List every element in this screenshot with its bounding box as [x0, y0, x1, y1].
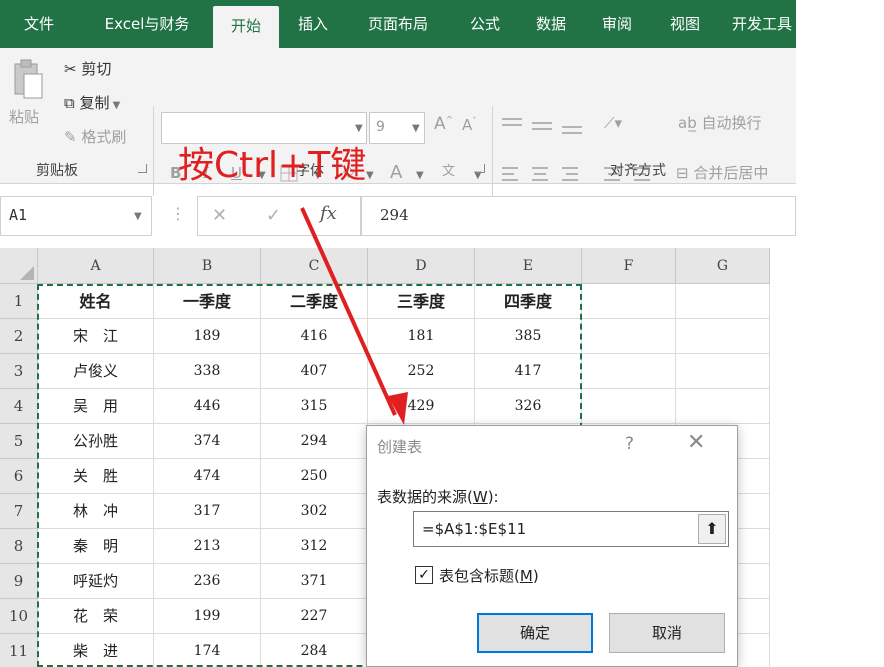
- dialog-title: 创建表: [377, 438, 423, 456]
- formula-bar: A1 ▼ ⋮ ✕ ✓ fx 294: [0, 196, 796, 236]
- chevron-down-icon[interactable]: ▼: [355, 123, 363, 134]
- source-range-value: =$A$1:$E$11: [422, 520, 527, 538]
- row-header-7[interactable]: 7: [0, 494, 38, 529]
- collapse-range-icon[interactable]: ⬆: [698, 514, 726, 544]
- insert-function-icon[interactable]: fx: [320, 203, 337, 224]
- cancel-button[interactable]: 取消: [609, 613, 725, 653]
- row-header-1[interactable]: 1: [0, 284, 38, 319]
- paste-icon[interactable]: [12, 58, 46, 102]
- tab-excel-finance[interactable]: Excel与财务: [92, 0, 202, 48]
- brush-icon: ✎: [64, 128, 82, 146]
- select-all-button[interactable]: [0, 248, 38, 284]
- has-headers-checkbox[interactable]: ✓: [415, 566, 433, 584]
- tab-developer[interactable]: 开发工具: [732, 0, 796, 48]
- cell-g4[interactable]: [676, 389, 770, 424]
- row-header-9[interactable]: 9: [0, 564, 38, 599]
- formula-buttons: ✕ ✓ fx: [197, 196, 361, 236]
- clipboard-group-label: 剪贴板: [36, 163, 78, 179]
- help-button[interactable]: ?: [625, 434, 634, 454]
- column-header-f[interactable]: F: [582, 248, 676, 284]
- tab-insert[interactable]: 插入: [288, 0, 338, 48]
- row-header-4[interactable]: 4: [0, 389, 38, 424]
- paste-button[interactable]: 粘贴: [9, 106, 39, 127]
- cell-f4[interactable]: [582, 389, 676, 424]
- cancel-icon[interactable]: ✕: [212, 205, 227, 226]
- close-icon[interactable]: ✕: [687, 430, 705, 455]
- row-header-10[interactable]: 10: [0, 599, 38, 634]
- grow-font-button[interactable]: A^: [434, 114, 453, 134]
- has-headers-label[interactable]: 表包含标题(M): [439, 565, 539, 586]
- orientation-icon[interactable]: ⟋▾: [604, 114, 622, 132]
- copy-icon: ⧉: [64, 94, 80, 112]
- shrink-font-button[interactable]: Aˇ: [462, 116, 477, 134]
- cell-g1[interactable]: [676, 284, 770, 319]
- wrap-text-icon: ab̲: [678, 114, 702, 132]
- row-header-2[interactable]: 2: [0, 319, 38, 354]
- phonetic-guide-button[interactable]: 文: [442, 160, 455, 179]
- tab-formulas[interactable]: 公式: [460, 0, 510, 48]
- tab-page-layout[interactable]: 页面布局: [356, 0, 440, 48]
- wrap-text-button[interactable]: ab̲ 自动换行: [678, 112, 762, 133]
- tab-home[interactable]: 开始: [213, 6, 279, 48]
- formula-input[interactable]: 294: [361, 196, 796, 236]
- chevron-down-icon: ▼: [109, 100, 121, 111]
- column-header-d[interactable]: D: [368, 248, 475, 284]
- select-all-triangle: [20, 266, 34, 280]
- more-options-icon: ⋮: [170, 204, 186, 223]
- annotation-text: 按Ctrl+T键: [178, 145, 367, 186]
- row-header-6[interactable]: 6: [0, 459, 38, 494]
- font-color-button[interactable]: A: [390, 162, 402, 183]
- cell-g3[interactable]: [676, 354, 770, 389]
- column-header-e[interactable]: E: [475, 248, 582, 284]
- cell-f1[interactable]: [582, 284, 676, 319]
- column-header-a[interactable]: A: [38, 248, 154, 284]
- tab-review[interactable]: 审阅: [592, 0, 642, 48]
- source-range-label: 表数据的来源(W):: [377, 488, 499, 506]
- tab-data[interactable]: 数据: [526, 0, 576, 48]
- row-header-3[interactable]: 3: [0, 354, 38, 389]
- tab-view[interactable]: 视图: [660, 0, 710, 48]
- format-painter-button[interactable]: ✎ 格式刷: [64, 126, 126, 147]
- chevron-down-icon[interactable]: ▼: [412, 123, 420, 134]
- row-header-8[interactable]: 8: [0, 529, 38, 564]
- ribbon-tab-bar: 文件 Excel与财务 开始 插入 页面布局 公式 数据 审阅 视图 开发工具: [0, 0, 796, 48]
- create-table-dialog: 创建表 ? ✕ 表数据的来源(W): =$A$1:$E$11 ⬆ ✓ 表包含标题…: [366, 425, 738, 667]
- ribbon-home: 粘贴 ✂ 剪切 ⧉ 复制 ▼ ✎ 格式刷 剪贴板 ▼ 9 ▼ A^ Aˇ B I…: [0, 48, 796, 224]
- name-box[interactable]: A1: [0, 196, 152, 236]
- chevron-down-icon[interactable]: ▼: [416, 170, 424, 181]
- source-range-input[interactable]: =$A$1:$E$11 ⬆: [413, 511, 729, 547]
- column-header-c[interactable]: C: [261, 248, 368, 284]
- merge-center-button[interactable]: ⊟ 合并后居中: [676, 162, 768, 183]
- copy-button[interactable]: ⧉ 复制 ▼: [64, 92, 120, 113]
- column-header-b[interactable]: B: [154, 248, 261, 284]
- cell-f3[interactable]: [582, 354, 676, 389]
- enter-icon[interactable]: ✓: [266, 205, 281, 226]
- scissors-icon: ✂: [64, 60, 82, 78]
- chevron-down-icon[interactable]: ▼: [134, 211, 142, 222]
- cell-g2[interactable]: [676, 319, 770, 354]
- chevron-down-icon[interactable]: ▼: [366, 170, 374, 181]
- excel-window: 文件 Excel与财务 开始 插入 页面布局 公式 数据 审阅 视图 开发工具 …: [0, 0, 796, 667]
- cell-f2[interactable]: [582, 319, 676, 354]
- ok-button[interactable]: 确定: [477, 613, 593, 653]
- row-header-11[interactable]: 11: [0, 634, 38, 667]
- row-header-5[interactable]: 5: [0, 424, 38, 459]
- cut-button[interactable]: ✂ 剪切: [64, 58, 111, 79]
- font-launcher-icon[interactable]: [476, 164, 485, 173]
- column-header-g[interactable]: G: [676, 248, 770, 284]
- vertical-align-icons[interactable]: [500, 116, 590, 136]
- merge-icon: ⊟: [676, 164, 694, 182]
- alignment-group-label: 对齐方式: [610, 163, 666, 179]
- clipboard-launcher-icon[interactable]: [138, 164, 147, 173]
- tab-file[interactable]: 文件: [14, 0, 64, 48]
